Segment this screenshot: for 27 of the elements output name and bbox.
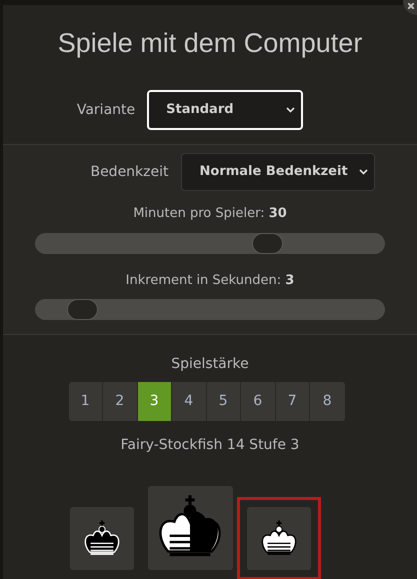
color-choice-button[interactable] xyxy=(236,497,320,579)
close-icon xyxy=(408,3,414,9)
color-choice-button[interactable] xyxy=(70,507,134,570)
variant-label: Variante xyxy=(76,100,136,120)
caret-icon xyxy=(286,107,296,113)
slider-track[interactable] xyxy=(35,299,385,320)
slider-label: Inkrement in Sekunden: 3 xyxy=(126,272,294,290)
engine-label: Fairy-Stockfish 14 Stufe 3 xyxy=(120,436,300,455)
time-control-label: Bedenkzeit xyxy=(90,162,169,182)
strength-level-button[interactable]: 1 xyxy=(68,382,103,421)
strength-level-button[interactable]: 4 xyxy=(172,382,206,421)
slider-label: Minuten pro Spieler: 30 xyxy=(133,205,287,223)
variant-select[interactable]: Standard xyxy=(147,90,304,130)
dialog-title: Spiele mit dem Computer xyxy=(58,27,362,57)
strength-level-button[interactable]: 7 xyxy=(276,382,310,421)
color-choice-button[interactable] xyxy=(148,486,232,570)
time-control-select[interactable]: Normale Bedenkzeit xyxy=(180,153,375,191)
slider-thumb[interactable] xyxy=(66,299,98,320)
slider-thumb[interactable] xyxy=(252,232,283,254)
strength-level-button[interactable]: 2 xyxy=(103,382,138,421)
strength-level-button[interactable]: 8 xyxy=(310,382,344,421)
strength-level-button[interactable]: 5 xyxy=(206,382,241,421)
strength-level-button[interactable]: 6 xyxy=(241,382,276,421)
slider-track[interactable] xyxy=(35,232,385,254)
strength-level-button[interactable]: 3 xyxy=(138,382,172,421)
strength-label: Spielstärke xyxy=(171,355,249,374)
caret-icon xyxy=(358,169,368,175)
